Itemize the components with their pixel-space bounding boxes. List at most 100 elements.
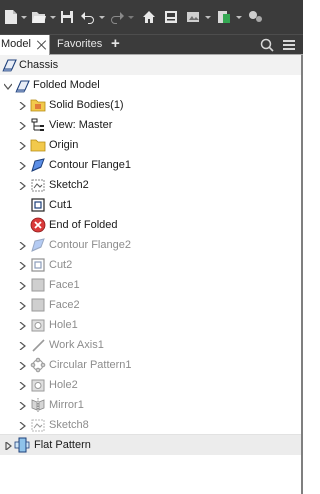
- expand-arrow-icon[interactable]: [19, 381, 26, 391]
- expand-arrow-icon[interactable]: [19, 341, 26, 351]
- solid-bodies-folder-icon: [30, 99, 46, 112]
- expand-arrow-icon[interactable]: [19, 321, 26, 331]
- tree-item[interactable]: Folded Model: [0, 75, 303, 95]
- expand-arrow-icon[interactable]: [19, 121, 26, 131]
- expand-arrow-icon[interactable]: [19, 281, 26, 291]
- view-icon: [31, 118, 44, 131]
- tree-item[interactable]: Sketch2: [0, 175, 303, 195]
- tree-item[interactable]: Hole2: [0, 375, 303, 395]
- expand-arrow-icon[interactable]: [19, 241, 26, 251]
- home-button[interactable]: [142, 8, 156, 26]
- tree-item-label: Solid Bodies(1): [49, 99, 124, 111]
- expand-arrow-icon[interactable]: [5, 440, 12, 452]
- tree-item-label: Hole1: [49, 319, 78, 331]
- tree-item[interactable]: Face2: [0, 295, 303, 315]
- tree-item[interactable]: End of Folded: [0, 215, 303, 235]
- mirror-icon: [31, 398, 45, 412]
- material-icon: [187, 12, 199, 22]
- save-button[interactable]: [60, 8, 74, 26]
- search-icon[interactable]: [260, 38, 274, 52]
- cut-icon: [31, 258, 45, 272]
- end-of-part-icon: [30, 217, 46, 233]
- expand-arrow-icon[interactable]: [19, 261, 26, 271]
- face-icon: [31, 298, 45, 312]
- contour-flange-icon: [31, 238, 45, 252]
- redo-dropdown[interactable]: [128, 15, 134, 19]
- tree-item[interactable]: Hole1: [0, 315, 303, 335]
- expand-arrow-icon[interactable]: [19, 301, 26, 311]
- tree-item[interactable]: Sketch8: [0, 415, 303, 435]
- new-file-dropdown[interactable]: [21, 15, 27, 19]
- hole-icon: [31, 379, 45, 392]
- quick-access-toolbar: [0, 0, 303, 34]
- save-icon: [61, 11, 73, 23]
- new-file-button[interactable]: [4, 8, 18, 26]
- collapse-arrow-icon[interactable]: [3, 81, 13, 90]
- tree-item[interactable]: View: Master: [0, 115, 303, 135]
- work-axis-icon: [32, 339, 45, 352]
- tree-item[interactable]: Solid Bodies(1): [0, 95, 303, 115]
- tree-item-label: Cut1: [49, 199, 73, 211]
- add-tab-button[interactable]: +: [111, 35, 120, 52]
- tree-item-flat-pattern[interactable]: Flat Pattern: [0, 434, 303, 455]
- tree-item-label: Face1: [49, 279, 80, 291]
- tab-model[interactable]: Model: [0, 35, 50, 55]
- undo-dropdown[interactable]: [99, 15, 105, 19]
- open-button[interactable]: [31, 8, 47, 26]
- open-dropdown[interactable]: [50, 15, 56, 19]
- expand-arrow-icon[interactable]: [19, 141, 26, 151]
- tree-item-label: Face2: [49, 299, 80, 311]
- parameters-icon: [249, 11, 262, 22]
- parameters-button[interactable]: [248, 8, 264, 26]
- browser-tab-bar: Model Favorites +: [0, 34, 303, 55]
- contour-flange-icon: [31, 158, 45, 172]
- tree-item[interactable]: Face1: [0, 275, 303, 295]
- tree-item-label: Sketch8: [49, 419, 89, 431]
- open-folder-icon: [32, 12, 46, 23]
- scrollbar-edge[interactable]: [301, 55, 303, 494]
- tree-item-label: Mirror1: [49, 399, 84, 411]
- expand-arrow-icon[interactable]: [19, 101, 26, 111]
- undo-icon: [81, 12, 94, 24]
- hole-icon: [31, 319, 45, 332]
- tab-model-label: Model: [1, 38, 31, 50]
- expand-arrow-icon[interactable]: [19, 401, 26, 411]
- tree-item[interactable]: Contour Flange2: [0, 235, 303, 255]
- tree-item[interactable]: Origin: [0, 135, 303, 155]
- tree-item[interactable]: Contour Flange1: [0, 155, 303, 175]
- appearance-icon: [218, 11, 230, 23]
- redo-button[interactable]: [109, 8, 125, 26]
- tree-item-label: Sketch2: [49, 179, 89, 191]
- tree-item[interactable]: Cut1: [0, 195, 303, 215]
- tree-item[interactable]: Circular Pattern1: [0, 355, 303, 375]
- material-button[interactable]: [186, 8, 202, 26]
- menu-icon[interactable]: [283, 40, 295, 50]
- circular-pattern-icon: [30, 357, 46, 373]
- redo-icon: [111, 12, 124, 24]
- close-icon[interactable]: [36, 39, 47, 50]
- tree-root[interactable]: Chassis: [0, 55, 303, 75]
- expand-arrow-icon[interactable]: [19, 421, 26, 431]
- properties-button[interactable]: [164, 8, 178, 26]
- tree-item-label: Origin: [49, 139, 79, 151]
- tree-item-label: Folded Model: [33, 79, 100, 91]
- expand-arrow-icon[interactable]: [19, 181, 26, 191]
- expand-arrow-icon[interactable]: [19, 161, 26, 171]
- sketch-icon: [31, 419, 45, 432]
- tree-item[interactable]: Cut2: [0, 255, 303, 275]
- new-file-icon: [5, 10, 17, 24]
- undo-button[interactable]: [80, 8, 96, 26]
- flat-pattern-icon: [14, 437, 30, 453]
- tree-item[interactable]: Work Axis1: [0, 335, 303, 355]
- material-dropdown[interactable]: [205, 15, 211, 19]
- face-icon: [31, 278, 45, 292]
- tab-favorites[interactable]: Favorites: [57, 38, 102, 50]
- properties-icon: [165, 11, 177, 23]
- tree-item[interactable]: Mirror1: [0, 395, 303, 415]
- expand-arrow-icon[interactable]: [19, 361, 26, 371]
- appearance-dropdown[interactable]: [236, 15, 242, 19]
- appearance-button[interactable]: [217, 8, 233, 26]
- tree-item-label: Flat Pattern: [34, 439, 91, 451]
- origin-folder-icon: [30, 139, 46, 152]
- sheet-metal-part-icon: [2, 59, 17, 72]
